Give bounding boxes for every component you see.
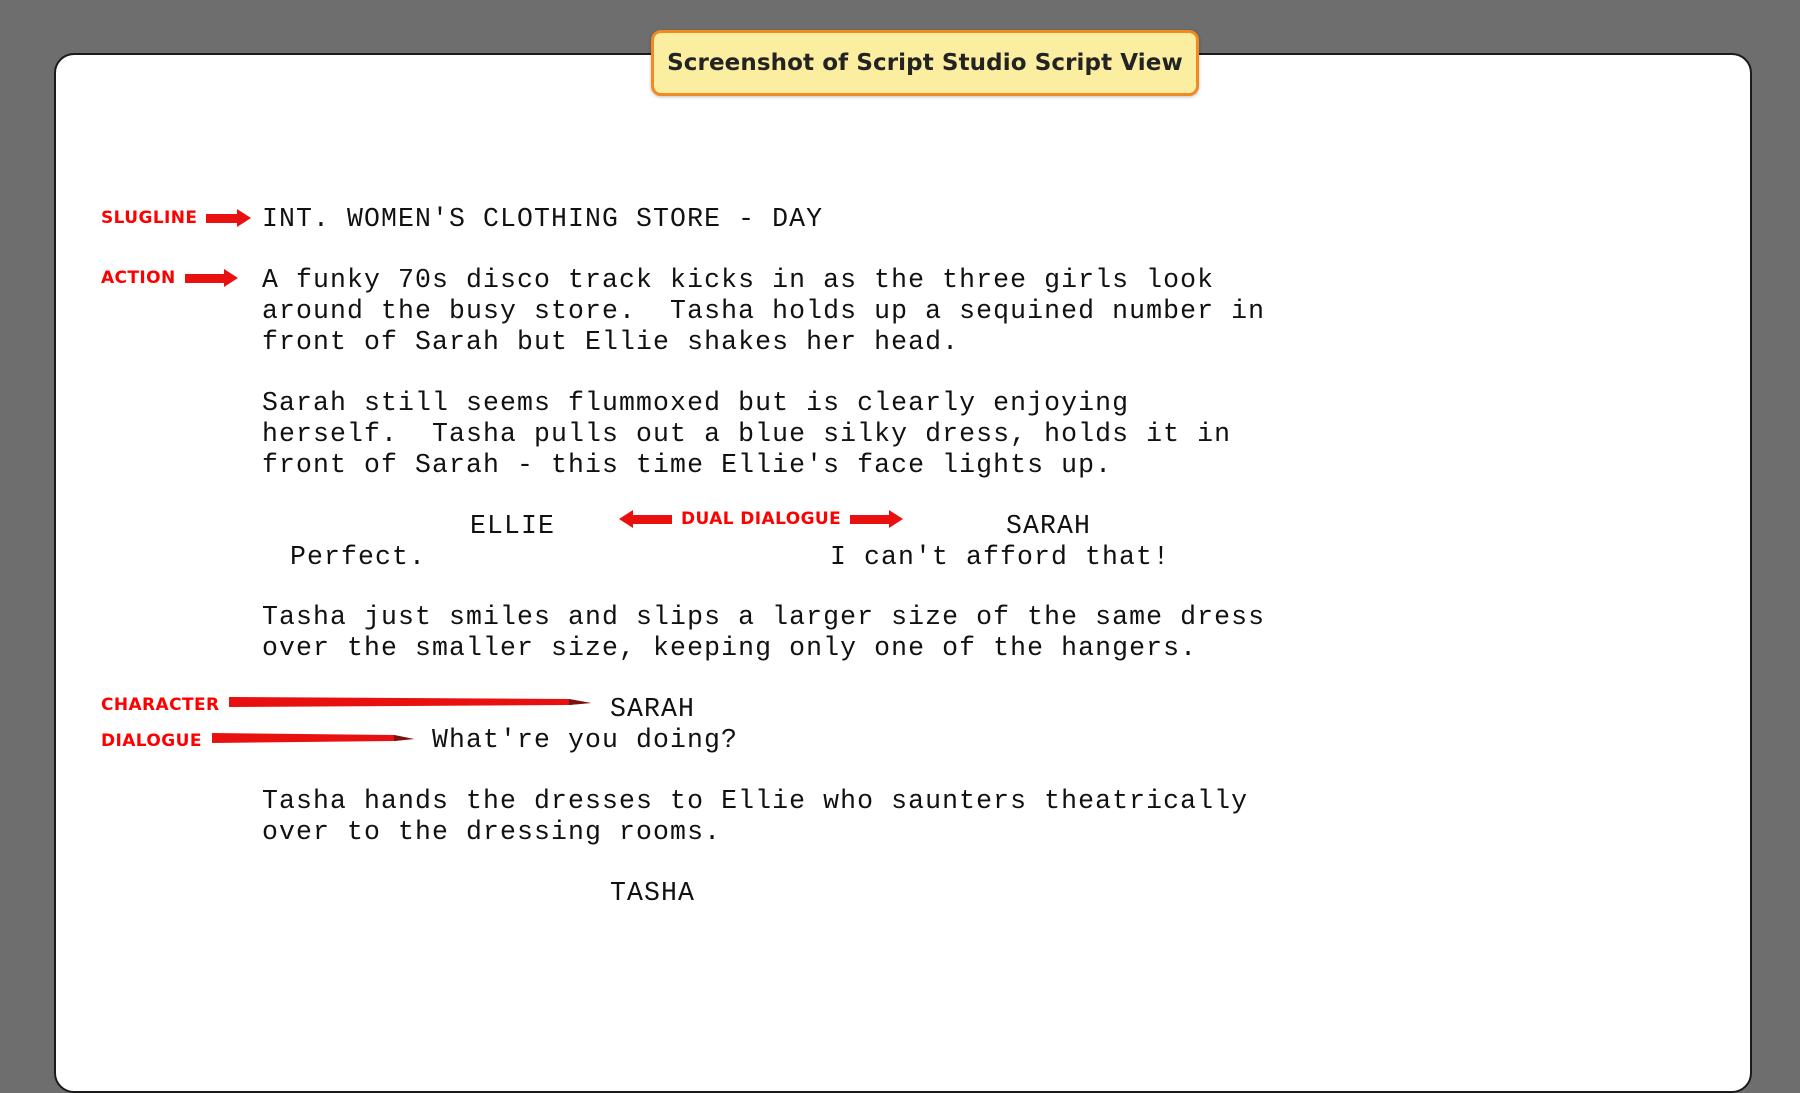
annotation-character: CHARACTER (101, 694, 592, 717)
script-character-sarah[interactable]: SARAH (610, 694, 695, 725)
script-action-line[interactable]: Tasha just smiles and slips a larger siz… (262, 602, 1265, 633)
annotation-dialogue-label: DIALOGUE (101, 731, 202, 751)
script-action-line[interactable]: around the busy store. Tasha holds up a … (262, 296, 1265, 327)
arrow-right-icon (850, 510, 904, 528)
script-action-line[interactable]: front of Sarah - this time Ellie's face … (262, 450, 1112, 481)
script-action-line[interactable]: over the smaller size, keeping only one … (262, 633, 1197, 664)
annotation-dual-dialogue: DUAL DIALOGUE (619, 509, 904, 529)
annotation-action: ACTION (101, 268, 238, 288)
script-character-ellie[interactable]: ELLIE (470, 511, 555, 542)
script-character-tasha[interactable]: TASHA (610, 878, 695, 909)
script-slugline[interactable]: INT. WOMEN'S CLOTHING STORE - DAY (262, 204, 823, 235)
script-action-line[interactable]: front of Sarah but Ellie shakes her head… (262, 327, 959, 358)
screenshot-title-badge: Screenshot of Script Studio Script View (651, 30, 1199, 96)
script-action-line[interactable]: Tasha hands the dresses to Ellie who sau… (262, 786, 1248, 817)
annotation-action-label: ACTION (101, 268, 176, 288)
script-character-sarah-dual[interactable]: SARAH (1006, 511, 1091, 542)
script-action-line[interactable]: over to the dressing rooms. (262, 817, 721, 848)
script-action-line[interactable]: A funky 70s disco track kicks in as the … (262, 265, 1214, 296)
annotation-slugline-label: SLUGLINE (101, 208, 198, 228)
script-action-line[interactable]: herself. Tasha pulls out a blue silky dr… (262, 419, 1231, 450)
screenshot-title-badge-text: Screenshot of Script Studio Script View (667, 50, 1183, 76)
script-dialogue-sarah-dual[interactable]: I can't afford that! (830, 542, 1170, 573)
script-dialogue-sarah[interactable]: What're you doing? (432, 725, 738, 756)
annotation-slugline: SLUGLINE (101, 208, 252, 228)
arrow-taper-right-icon (229, 694, 592, 717)
annotation-dual-dialogue-label: DUAL DIALOGUE (681, 509, 842, 529)
script-dialogue-ellie[interactable]: Perfect. (290, 542, 426, 573)
annotation-character-label: CHARACTER (101, 695, 220, 715)
arrow-taper-right-icon (211, 730, 414, 753)
arrow-right-icon (184, 269, 238, 287)
script-action-line[interactable]: Sarah still seems flummoxed but is clear… (262, 388, 1129, 419)
arrow-right-icon (206, 209, 252, 227)
annotation-dialogue: DIALOGUE (101, 730, 414, 753)
arrow-left-icon (619, 510, 672, 528)
